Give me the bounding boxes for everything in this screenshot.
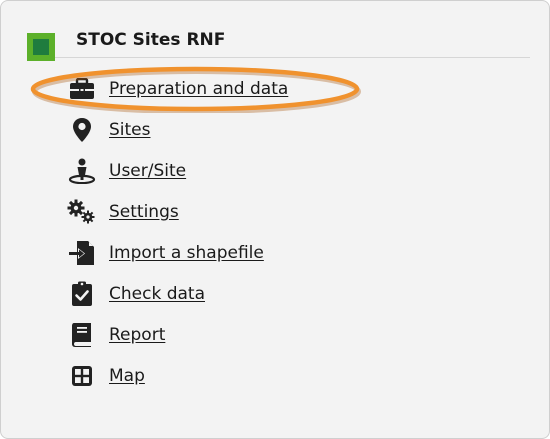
menu-item-label[interactable]: Map bbox=[109, 366, 145, 386]
person-location-icon bbox=[67, 157, 97, 185]
menu-item-sites[interactable]: Sites bbox=[67, 116, 151, 144]
menu-item-label[interactable]: Import a shapefile bbox=[109, 243, 264, 263]
navigation-menu: Preparation and data Sites User/Site Set… bbox=[1, 1, 549, 438]
clipboard-check-icon bbox=[67, 280, 97, 308]
menu-item-label[interactable]: User/Site bbox=[109, 161, 186, 181]
menu-item-user-site[interactable]: User/Site bbox=[67, 157, 186, 185]
menu-item-preparation-and-data[interactable]: Preparation and data bbox=[67, 75, 288, 103]
menu-item-import-shapefile[interactable]: Import a shapefile bbox=[67, 239, 264, 267]
menu-item-report[interactable]: Report bbox=[67, 321, 165, 349]
menu-item-label[interactable]: Check data bbox=[109, 284, 205, 304]
file-import-icon bbox=[67, 239, 97, 267]
briefcase-icon bbox=[67, 75, 97, 103]
menu-item-label[interactable]: Preparation and data bbox=[109, 79, 288, 99]
map-pin-icon bbox=[67, 116, 97, 144]
menu-item-check-data[interactable]: Check data bbox=[67, 280, 205, 308]
gears-icon bbox=[67, 198, 97, 226]
menu-item-settings[interactable]: Settings bbox=[67, 198, 179, 226]
menu-item-label[interactable]: Sites bbox=[109, 120, 151, 140]
app-panel: STOC Sites RNF Preparation and data Site… bbox=[0, 0, 550, 439]
grid-icon bbox=[67, 362, 97, 390]
menu-item-label[interactable]: Report bbox=[109, 325, 165, 345]
book-icon bbox=[67, 321, 97, 349]
menu-item-label[interactable]: Settings bbox=[109, 202, 179, 222]
menu-item-map[interactable]: Map bbox=[67, 362, 145, 390]
